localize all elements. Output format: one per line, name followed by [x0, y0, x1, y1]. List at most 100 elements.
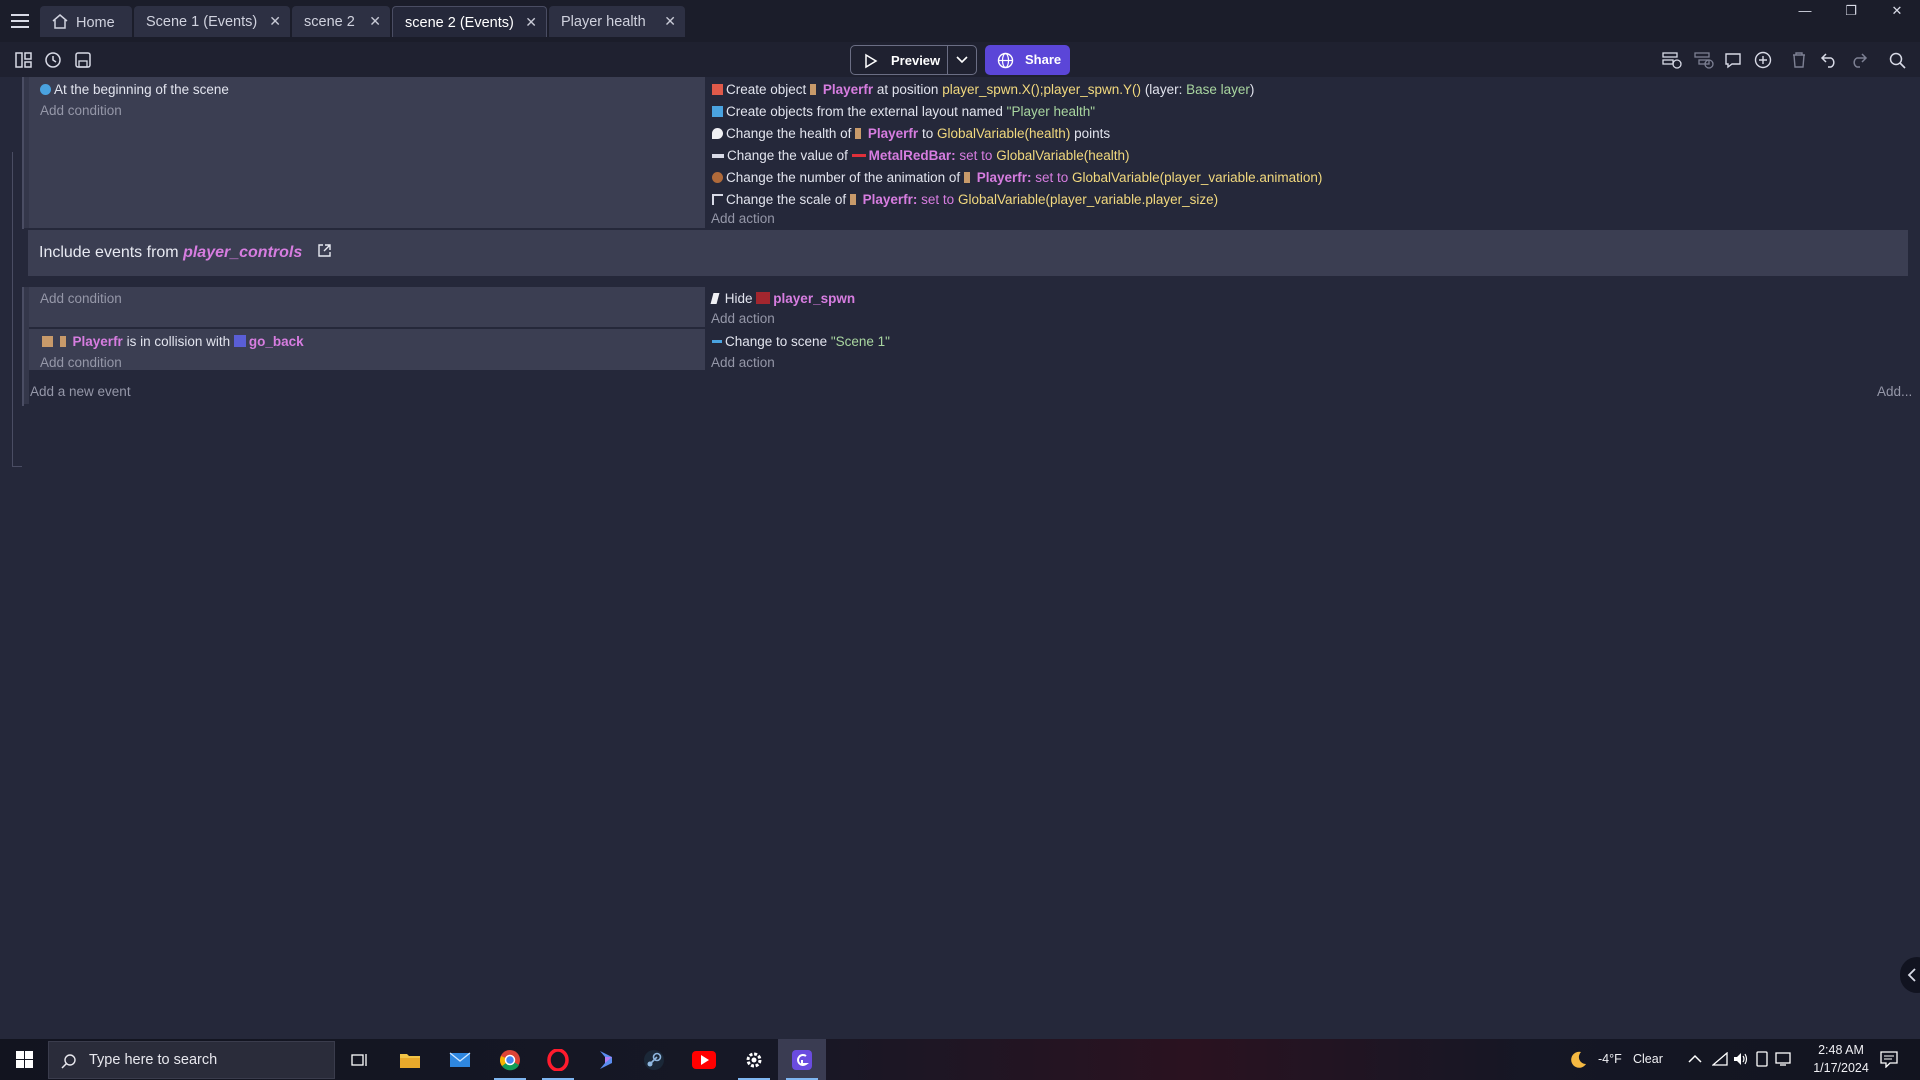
tab-home[interactable]: Home — [40, 6, 132, 37]
redo-icon[interactable] — [1848, 49, 1870, 71]
network-icon[interactable] — [1712, 1052, 1728, 1066]
restore-icon[interactable]: ❐ — [1828, 0, 1874, 22]
add-new-event-link[interactable]: Add a new event — [30, 384, 131, 399]
delete-icon[interactable] — [1788, 49, 1810, 71]
red-bar-icon — [851, 154, 866, 157]
tab-scene1-events[interactable]: Scene 1 (Events) ✕ — [134, 6, 290, 37]
action-row[interactable]: Change the scale of Playerfr: set to Glo… — [712, 192, 1218, 207]
preview-dropdown-button[interactable] — [947, 45, 977, 75]
action-text: Change to scene — [725, 334, 828, 349]
param-value[interactable]: GlobalVariable(player_variable.animation… — [1072, 170, 1322, 185]
collision-icon — [42, 336, 53, 347]
add-condition-link[interactable]: Add condition — [40, 355, 122, 370]
tab-scene2[interactable]: scene 2 ✕ — [292, 6, 390, 37]
param-value[interactable]: "Player health" — [1007, 104, 1095, 119]
save-icon[interactable] — [72, 49, 94, 71]
action-row[interactable]: Change the health of Playerfr to GlobalV… — [712, 126, 1110, 141]
add-action-link[interactable]: Add action — [711, 311, 775, 326]
weather-temp[interactable]: -4°F — [1598, 1052, 1622, 1066]
history-icon[interactable] — [42, 49, 64, 71]
external-events-name[interactable]: player_controls — [183, 244, 302, 261]
copilot-icon[interactable] — [582, 1039, 630, 1080]
notification-icon[interactable] — [1880, 1051, 1898, 1068]
add-action-link[interactable]: Add action — [711, 355, 775, 370]
preview-label: Preview — [891, 53, 941, 68]
param-value[interactable]: GlobalVariable(health) — [996, 148, 1129, 163]
preview-button[interactable]: Preview — [850, 45, 948, 75]
add-condition-link[interactable]: Add condition — [40, 103, 122, 118]
panels-icon[interactable] — [12, 49, 34, 71]
object-name[interactable]: MetalRedBar: — [869, 148, 956, 163]
add-condition-link[interactable]: Add condition — [40, 291, 122, 306]
param-value[interactable]: "Scene 1" — [831, 334, 890, 349]
close-icon[interactable]: ✕ — [664, 13, 676, 30]
open-external-icon[interactable] — [317, 243, 332, 258]
drawer-toggle-button[interactable] — [1900, 957, 1920, 993]
device-icon[interactable] — [1755, 1051, 1769, 1067]
settings-gear-icon[interactable] — [730, 1039, 778, 1080]
action-text: Change the health of — [726, 126, 852, 141]
action-row[interactable]: Create object Playerfr at position playe… — [712, 82, 1254, 97]
add-event-icon[interactable] — [1661, 49, 1683, 71]
action-row[interactable]: Change the value of MetalRedBar: set to … — [712, 148, 1130, 163]
close-icon[interactable]: ✕ — [369, 13, 381, 30]
object-name[interactable]: go_back — [249, 334, 304, 349]
clock-time[interactable]: 2:48 AM — [1811, 1043, 1871, 1057]
add-action-link[interactable]: Add action — [711, 211, 775, 226]
taskbar-search-input[interactable]: Type here to search — [48, 1041, 335, 1079]
action-row[interactable]: Change to scene "Scene 1" — [712, 334, 890, 349]
object-name[interactable]: Playerfr — [868, 126, 918, 141]
chrome-icon[interactable] — [486, 1039, 534, 1080]
close-icon[interactable]: ✕ — [269, 13, 281, 30]
events-sheet: At the beginning of the scene Add condit… — [0, 77, 1920, 1039]
tab-scene2-events[interactable]: scene 2 (Events) ✕ — [392, 6, 547, 37]
task-view-icon[interactable] — [336, 1039, 384, 1080]
gdevelop-icon[interactable] — [778, 1039, 826, 1080]
menu-icon[interactable] — [8, 10, 32, 32]
sprite-icon — [963, 172, 970, 183]
condition-row[interactable]: Playerfr is in collision with go_back — [42, 334, 304, 349]
moon-weather-icon[interactable] — [1568, 1050, 1588, 1070]
windows-start-icon[interactable] — [0, 1039, 48, 1080]
clock-date[interactable]: 1/17/2024 — [1806, 1061, 1876, 1075]
comment-icon[interactable] — [1722, 49, 1744, 71]
conditions-panel[interactable] — [29, 77, 705, 228]
volume-icon[interactable] — [1733, 1052, 1749, 1066]
steam-icon[interactable] — [630, 1039, 678, 1080]
share-button[interactable]: Share — [985, 45, 1070, 75]
animation-icon — [712, 172, 723, 183]
param-value[interactable]: player_spwn.X();player_spwn.Y() — [942, 82, 1141, 97]
action-row[interactable]: Change the number of the animation of Pl… — [712, 170, 1322, 185]
object-name[interactable]: player_spwn — [773, 291, 855, 306]
include-label: Include events from — [39, 244, 179, 261]
param-value[interactable]: GlobalVariable(player_variable.player_si… — [958, 192, 1218, 207]
param-value[interactable]: GlobalVariable(health) — [937, 126, 1070, 141]
param-value[interactable]: Base layer — [1186, 82, 1250, 97]
chevron-up-icon[interactable] — [1688, 1054, 1702, 1064]
tab-player-health[interactable]: Player health ✕ — [549, 6, 685, 37]
mail-icon[interactable] — [436, 1039, 484, 1080]
minimize-icon[interactable]: — — [1782, 0, 1828, 22]
add-more-link[interactable]: Add... — [1877, 384, 1912, 399]
object-name[interactable]: Playerfr: — [863, 192, 918, 207]
undo-icon[interactable] — [1818, 49, 1840, 71]
object-name[interactable]: Playerfr: — [977, 170, 1032, 185]
search-icon[interactable] — [1886, 49, 1908, 71]
weather-text[interactable]: Clear — [1633, 1052, 1663, 1066]
condition-row[interactable]: At the beginning of the scene — [40, 82, 229, 97]
close-window-icon[interactable]: ✕ — [1874, 0, 1920, 22]
close-icon[interactable]: ✕ — [525, 14, 537, 31]
object-name[interactable]: Playerfr — [73, 334, 123, 349]
opera-icon[interactable] — [534, 1039, 582, 1080]
add-subevent-icon[interactable] — [1693, 49, 1715, 71]
tab-label: Scene 1 (Events) — [146, 14, 258, 30]
include-events-row[interactable]: Include events from player_controls — [28, 230, 1908, 276]
file-explorer-icon[interactable] — [386, 1039, 434, 1080]
conditions-panel[interactable] — [29, 287, 705, 327]
add-icon[interactable] — [1752, 49, 1774, 71]
youtube-icon[interactable] — [680, 1039, 728, 1080]
object-name[interactable]: Playerfr — [823, 82, 873, 97]
action-row[interactable]: Create objects from the external layout … — [712, 104, 1095, 119]
action-row[interactable]: Hide player_spwn — [710, 291, 855, 306]
display-icon[interactable] — [1775, 1052, 1791, 1066]
